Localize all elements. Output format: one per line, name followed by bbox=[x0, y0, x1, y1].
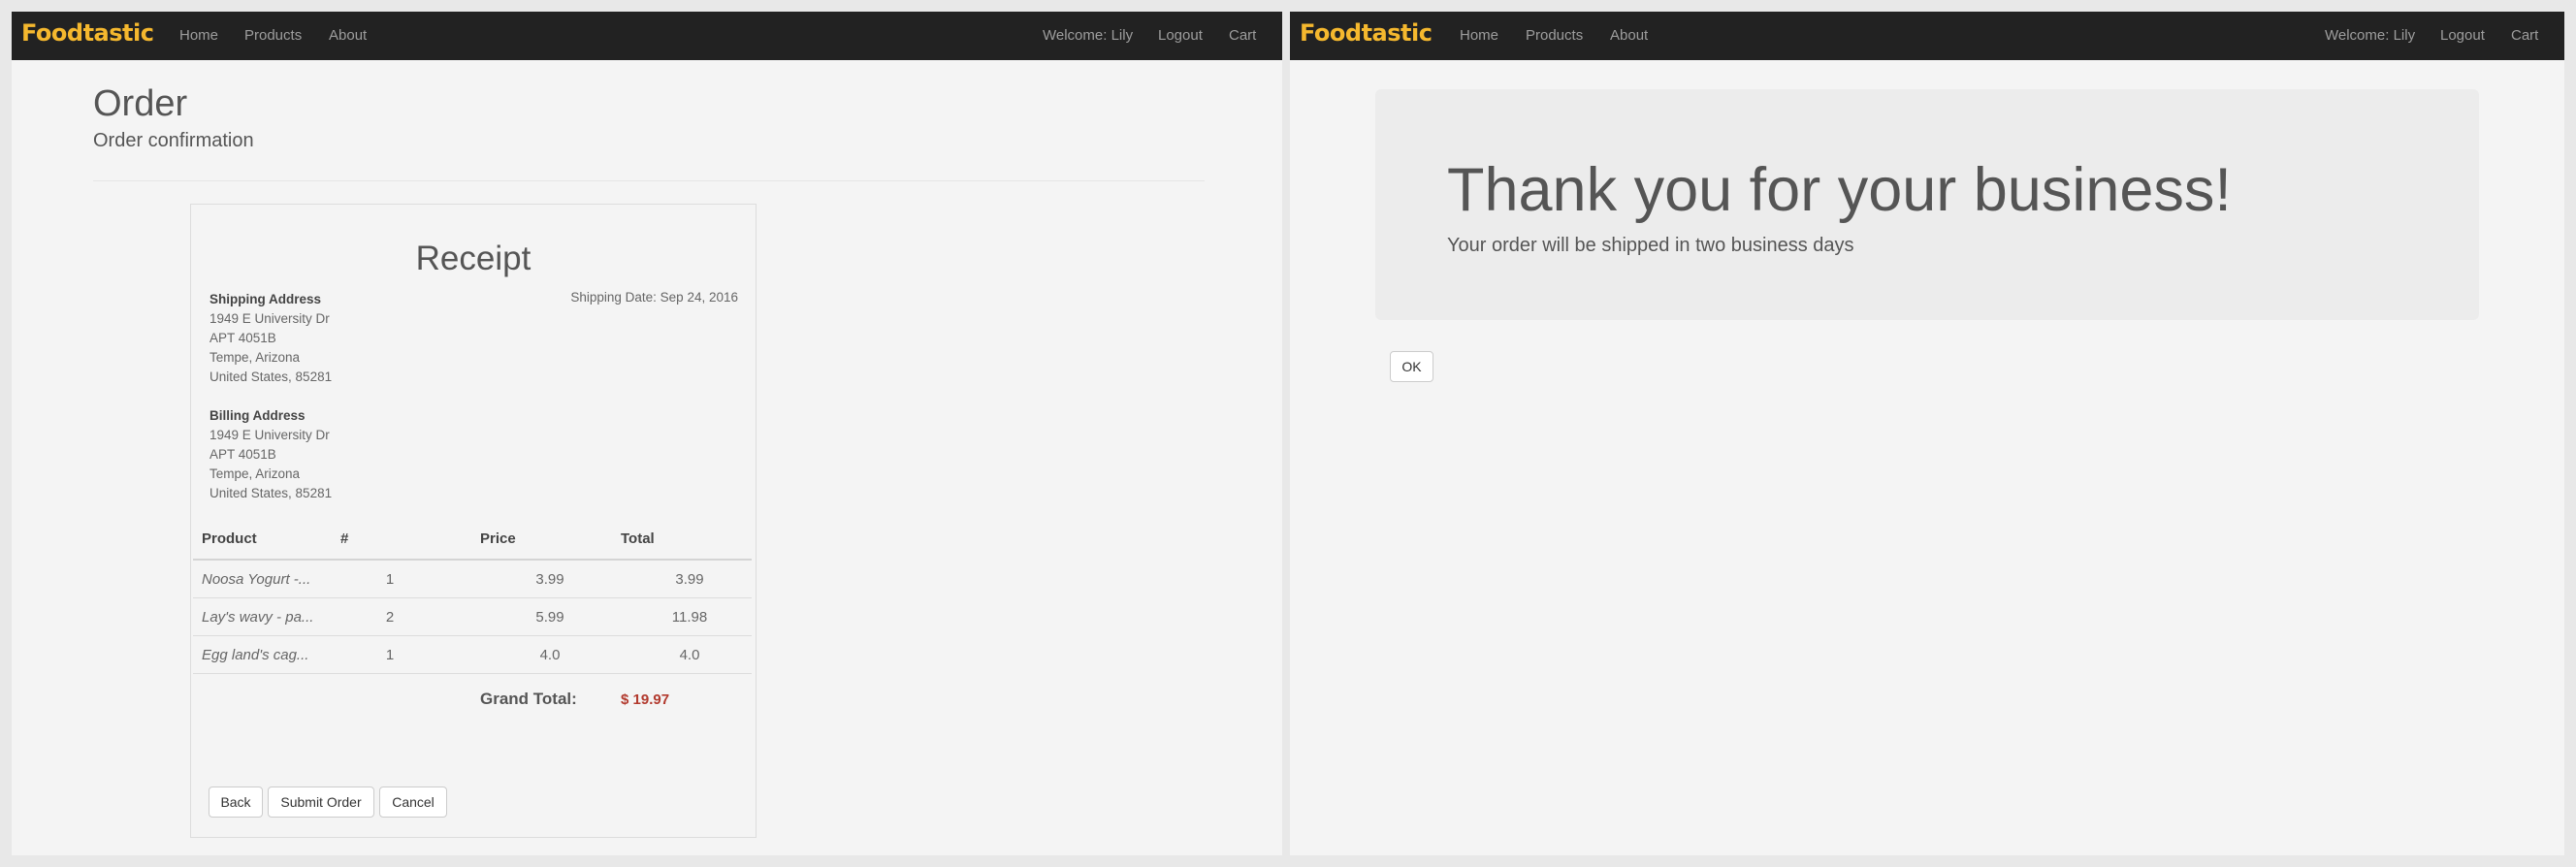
billing-address: Billing Address 1949 E University Dr APT… bbox=[209, 406, 332, 503]
grand-total-value: $ 19.97 bbox=[621, 691, 670, 708]
page-subtitle: Order confirmation bbox=[93, 130, 254, 151]
product-name: Egg land's cag... bbox=[202, 647, 309, 663]
product-qty: 1 bbox=[385, 571, 395, 588]
receipt-panel: Receipt Shipping Date: Sep 24, 2016 Ship… bbox=[190, 204, 757, 838]
billing-address-line: Tempe, Arizona bbox=[209, 466, 301, 481]
table-header-rule bbox=[193, 559, 752, 561]
table-row-rule bbox=[193, 597, 752, 598]
nav-home-link[interactable]: Home bbox=[1460, 27, 1498, 44]
thank-you-window: Foodtastic Home Products About Welcome: … bbox=[1290, 12, 2564, 855]
logout-link[interactable]: Logout bbox=[1158, 27, 1203, 44]
product-price: 3.99 bbox=[535, 571, 564, 588]
table-row-rule bbox=[193, 635, 752, 636]
navbar: Foodtastic Home Products About Welcome: … bbox=[1290, 12, 2564, 60]
brand-logo[interactable]: Foodtastic bbox=[21, 19, 154, 47]
cart-link[interactable]: Cart bbox=[1229, 27, 1256, 44]
billing-address-line: United States, 85281 bbox=[209, 486, 333, 500]
logout-link[interactable]: Logout bbox=[2440, 27, 2485, 44]
shipping-address-line: APT 4051B bbox=[209, 331, 276, 345]
column-header-product: Product bbox=[202, 530, 257, 547]
nav-products-link[interactable]: Products bbox=[244, 27, 302, 44]
column-header-price: Price bbox=[480, 530, 516, 547]
navbar: Foodtastic Home Products About Welcome: … bbox=[12, 12, 1282, 60]
product-total: 4.0 bbox=[679, 647, 700, 663]
product-price: 4.0 bbox=[539, 647, 561, 663]
nav-about-link[interactable]: About bbox=[1610, 27, 1648, 44]
cart-link[interactable]: Cart bbox=[2511, 27, 2538, 44]
product-total: 3.99 bbox=[675, 571, 704, 588]
column-header-qty: # bbox=[340, 530, 349, 547]
thank-you-heading: Thank you for your business! bbox=[1447, 156, 2232, 224]
billing-address-line: APT 4051B bbox=[209, 447, 276, 462]
product-name: Lay's wavy - pa... bbox=[202, 609, 314, 626]
product-price: 5.99 bbox=[535, 609, 564, 626]
nav-products-link[interactable]: Products bbox=[1526, 27, 1583, 44]
page-title: Order bbox=[93, 83, 188, 124]
welcome-text: Welcome: Lily bbox=[2325, 27, 2416, 44]
shipping-address-line: Tempe, Arizona bbox=[209, 350, 301, 365]
product-qty: 1 bbox=[385, 647, 395, 663]
table-row-rule bbox=[193, 673, 752, 674]
nav-about-link[interactable]: About bbox=[329, 27, 367, 44]
receipt-title: Receipt bbox=[415, 240, 531, 277]
billing-address-heading: Billing Address bbox=[209, 408, 306, 423]
ok-button[interactable]: OK bbox=[1390, 351, 1433, 382]
shipping-address-heading: Shipping Address bbox=[209, 292, 322, 306]
shipping-address-line: United States, 85281 bbox=[209, 369, 333, 384]
shipping-date: Shipping Date: Sep 24, 2016 bbox=[570, 290, 738, 305]
product-name: Noosa Yogurt -... bbox=[202, 571, 311, 588]
back-button[interactable]: Back bbox=[209, 787, 263, 818]
product-total: 11.98 bbox=[671, 609, 708, 626]
shipping-address: Shipping Address 1949 E University Dr AP… bbox=[209, 290, 332, 387]
shipping-address-line: 1949 E University Dr bbox=[209, 311, 330, 326]
divider bbox=[93, 180, 1205, 181]
billing-address-line: 1949 E University Dr bbox=[209, 428, 330, 442]
cancel-button[interactable]: Cancel bbox=[379, 787, 447, 818]
product-qty: 2 bbox=[385, 609, 395, 626]
brand-logo[interactable]: Foodtastic bbox=[1300, 19, 1433, 47]
grand-total-label: Grand Total: bbox=[480, 690, 577, 708]
column-header-total: Total bbox=[621, 530, 655, 547]
nav-home-link[interactable]: Home bbox=[179, 27, 218, 44]
order-confirmation-window: Foodtastic Home Products About Welcome: … bbox=[12, 12, 1282, 855]
submit-order-button[interactable]: Submit Order bbox=[268, 787, 374, 818]
thank-you-banner: Thank you for your business! Your order … bbox=[1375, 89, 2479, 320]
shipping-message: Your order will be shipped in two busine… bbox=[1447, 235, 1854, 256]
welcome-text: Welcome: Lily bbox=[1043, 27, 1134, 44]
